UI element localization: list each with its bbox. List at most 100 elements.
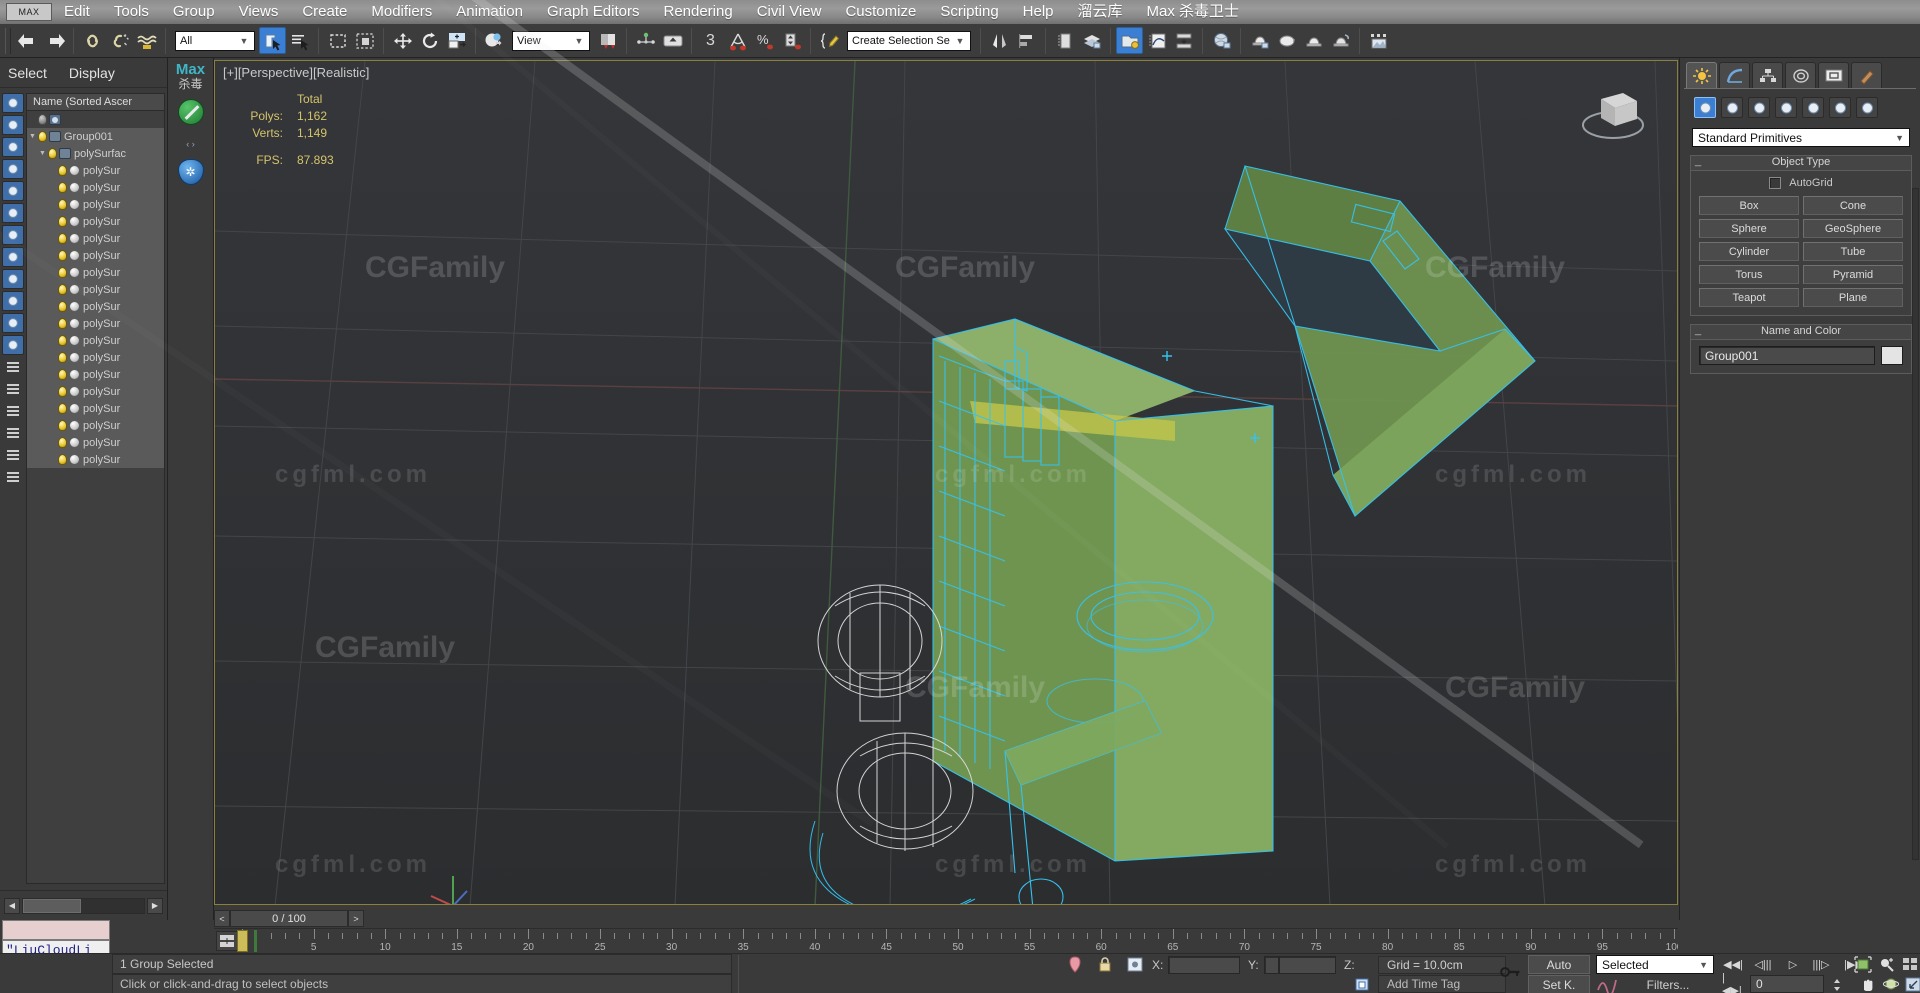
pan-view-icon[interactable] — [1856, 975, 1878, 993]
time-slider[interactable]: < 0 / 100 > — [214, 909, 1678, 928]
light-bulb-icon[interactable] — [58, 369, 67, 380]
tree-row[interactable]: polySur — [27, 196, 164, 213]
light-bulb-icon[interactable] — [58, 352, 67, 363]
listener-output[interactable] — [2, 920, 110, 940]
menu-item-graph-editors[interactable]: Graph Editors — [535, 0, 652, 24]
spacewarps-icon[interactable] — [1829, 97, 1851, 118]
select-object-icon[interactable] — [2, 93, 24, 113]
select-object-icon[interactable] — [259, 27, 286, 54]
select-helper-icon[interactable] — [2, 181, 24, 201]
perspective-viewport[interactable]: [+][Perspective][Realistic] Total Polys:… — [214, 60, 1678, 905]
selection-level-combo[interactable]: Selected ▼ — [1596, 955, 1714, 974]
object-type-cone-button[interactable]: Cone — [1803, 196, 1903, 215]
activeshade-icon[interactable] — [1365, 27, 1392, 54]
collapse-icon[interactable]: _ — [1695, 324, 1701, 336]
antivirus-shield-icon[interactable] — [177, 99, 204, 125]
app-menu-button[interactable]: MAX — [6, 3, 52, 21]
next-frame-icon[interactable]: |||▷ — [1810, 955, 1832, 974]
zoom-extents-selected-icon[interactable] — [1852, 955, 1874, 974]
command-panel-scrollbar[interactable] — [1912, 188, 1919, 860]
light-bulb-icon[interactable] — [58, 437, 67, 448]
light-bulb-icon[interactable] — [58, 403, 67, 414]
light-bulb-icon[interactable] — [58, 233, 67, 244]
expander-icon[interactable]: ▼ — [27, 133, 38, 140]
tree-row[interactable]: polySur — [27, 298, 164, 315]
time-slider-handle[interactable] — [237, 930, 248, 952]
filter-icon[interactable] — [2, 423, 24, 443]
key-filters-button[interactable]: Filters... — [1622, 975, 1714, 993]
key-filters-curve-icon[interactable] — [1596, 975, 1618, 993]
light-bulb-icon[interactable] — [58, 386, 67, 397]
utilities-tab[interactable] — [1851, 62, 1882, 88]
object-type-geosphere-button[interactable]: GeoSphere — [1803, 219, 1903, 238]
view-cube[interactable] — [1575, 81, 1651, 143]
prev-frame-icon[interactable]: ◁||| — [1752, 955, 1774, 974]
tree-row[interactable]: polySur — [27, 451, 164, 468]
zoom-all-icon[interactable] — [1899, 955, 1920, 974]
geometry-icon[interactable] — [1694, 97, 1716, 118]
tab-display[interactable]: Display — [69, 65, 115, 81]
light-bulb-icon[interactable] — [58, 250, 67, 261]
scrollbar-track[interactable] — [22, 897, 145, 914]
absolute-relative-mode-icon[interactable] — [1124, 955, 1146, 974]
motion-tab[interactable] — [1785, 62, 1816, 88]
mirror-icon[interactable] — [986, 27, 1013, 54]
helpers-icon[interactable] — [1802, 97, 1824, 118]
dope-sheet-icon[interactable] — [1170, 27, 1197, 54]
light-bulb-icon[interactable] — [58, 284, 67, 295]
window-crossing-icon[interactable] — [351, 27, 378, 54]
percent-snap-icon[interactable]: % — [751, 27, 778, 54]
lights-icon[interactable] — [1748, 97, 1770, 118]
create-tab[interactable] — [1686, 62, 1717, 88]
scrollbar-thumb[interactable] — [23, 898, 81, 913]
selection-filter-combo[interactable]: All ▼ — [175, 30, 255, 51]
modify-tab[interactable] — [1719, 62, 1750, 88]
align-icon[interactable] — [1013, 27, 1040, 54]
rectangular-select-region-icon[interactable] — [324, 27, 351, 54]
play-animation-icon[interactable]: ▷ — [1782, 955, 1804, 974]
light-bulb-icon[interactable] — [58, 301, 67, 312]
select-and-scale-icon[interactable] — [443, 27, 470, 54]
tree-row[interactable]: polySur — [27, 417, 164, 434]
current-frame-field[interactable]: 0 — [1750, 975, 1824, 993]
menu-item-animation[interactable]: Animation — [444, 0, 535, 24]
menu-item-help[interactable]: Help — [1011, 0, 1066, 24]
schematic-view-icon[interactable] — [1051, 27, 1078, 54]
shapes-icon[interactable] — [1721, 97, 1743, 118]
tree-row[interactable]: polySur — [27, 230, 164, 247]
render-setup-icon[interactable] — [1246, 27, 1273, 54]
frame-spinner-icon[interactable] — [1826, 975, 1848, 993]
display-props-icon[interactable] — [2, 401, 24, 421]
column-icon[interactable] — [2, 467, 24, 487]
tree-row[interactable]: polySur — [27, 162, 164, 179]
tree-row[interactable]: polySur — [27, 264, 164, 281]
curve-editor-icon[interactable] — [1143, 27, 1170, 54]
reference-coordinate-combo[interactable]: View ▼ — [512, 30, 590, 51]
select-by-material-icon[interactable] — [2, 137, 24, 157]
object-type-cylinder-button[interactable]: Cylinder — [1699, 242, 1799, 261]
light-bulb-icon[interactable] — [58, 165, 67, 176]
tree-row[interactable]: ▼ Group001 — [27, 128, 164, 145]
next-frame-button[interactable]: > — [348, 910, 364, 927]
layer-manager-icon[interactable] — [1078, 27, 1105, 54]
track-bar[interactable]: 0510152025303540455055606570758085909510… — [214, 928, 1678, 953]
select-and-manipulate-icon[interactable] — [632, 27, 659, 54]
isolate-selection-icon[interactable] — [1064, 955, 1086, 974]
undo-icon[interactable] — [14, 27, 41, 54]
select-instance-icon[interactable] — [2, 335, 24, 355]
scene-tree-hscrollbar[interactable]: ◀ ▶ — [0, 890, 167, 920]
light-bulb-icon[interactable] — [58, 199, 67, 210]
menu-item-modifiers[interactable]: Modifiers — [359, 0, 444, 24]
toolbar-grip[interactable] — [5, 27, 11, 54]
tab-select[interactable]: Select — [8, 65, 47, 81]
object-type-sphere-button[interactable]: Sphere — [1699, 219, 1799, 238]
redo-icon[interactable] — [41, 27, 68, 54]
render-iterative-icon[interactable] — [1327, 27, 1354, 54]
object-name-input[interactable]: Group001 — [1699, 346, 1875, 365]
light-bulb-icon[interactable] — [58, 420, 67, 431]
select-camera-icon[interactable] — [2, 159, 24, 179]
auto-key-button[interactable]: Auto — [1528, 955, 1590, 974]
y-coordinate-field[interactable] — [1264, 956, 1336, 974]
subcategory-combo[interactable]: Standard Primitives ▼ — [1692, 128, 1910, 147]
hierarchy-tab[interactable] — [1752, 62, 1783, 88]
